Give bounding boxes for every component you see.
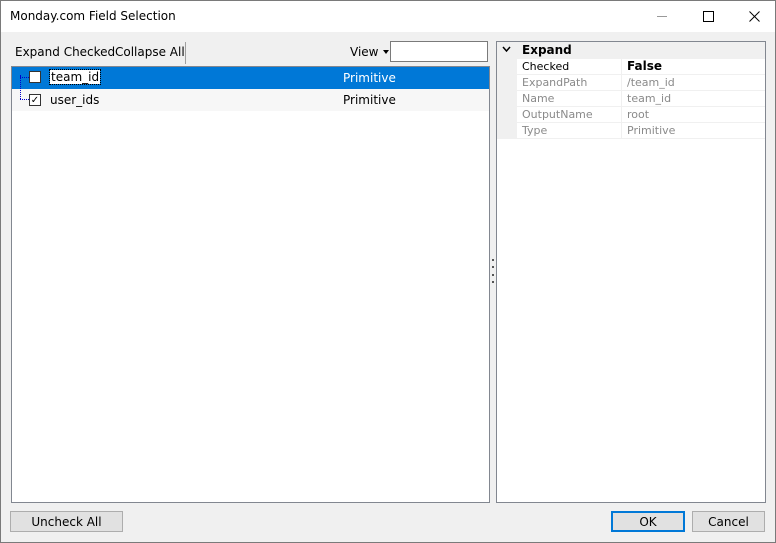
- property-key: Checked: [522, 60, 570, 73]
- property-value[interactable]: False: [627, 59, 662, 73]
- view-dropdown-button[interactable]: View: [350, 45, 390, 59]
- minimize-icon: [657, 15, 667, 17]
- view-filter-input[interactable]: [390, 41, 488, 62]
- property-grid[interactable]: Expand Checked False ExpandPath /team_id…: [496, 41, 766, 503]
- property-row-outputname[interactable]: OutputName root: [497, 107, 765, 123]
- property-value: team_id: [627, 92, 672, 105]
- toolbar-separator: [185, 42, 186, 64]
- window-title: Monday.com Field Selection: [10, 9, 176, 23]
- tree-row-team-id[interactable]: team_id Primitive: [12, 67, 489, 89]
- property-row-type[interactable]: Type Primitive: [497, 123, 765, 139]
- tree-row-user-ids[interactable]: ✓ user_ids Primitive: [12, 89, 489, 111]
- tree-row-name: user_ids: [50, 93, 100, 107]
- property-row-expandpath[interactable]: ExpandPath /team_id: [497, 75, 765, 91]
- property-category-expand[interactable]: Expand: [497, 42, 765, 59]
- property-key: Type: [522, 124, 548, 137]
- property-value: Primitive: [627, 124, 676, 137]
- splitter-grip[interactable]: [492, 259, 494, 283]
- property-key: OutputName: [522, 108, 593, 121]
- close-button[interactable]: [731, 1, 776, 31]
- property-value: root: [627, 108, 650, 121]
- dialog-window: Monday.com Field Selection Expand Checke…: [0, 0, 776, 543]
- property-key: Name: [522, 92, 555, 105]
- tree-row-checkbox[interactable]: ✓: [29, 94, 41, 106]
- maximize-icon: [702, 10, 714, 22]
- chevron-down-icon[interactable]: [502, 46, 511, 56]
- tree-row-type: Primitive: [343, 93, 396, 107]
- ok-button[interactable]: OK: [611, 511, 685, 532]
- tree-row-name: team_id: [48, 69, 102, 85]
- cancel-button[interactable]: Cancel: [692, 511, 765, 532]
- field-tree[interactable]: team_id Primitive ✓ user_ids Primitive: [11, 66, 490, 503]
- tree-row-checkbox[interactable]: [29, 71, 41, 83]
- property-row-name[interactable]: Name team_id: [497, 91, 765, 107]
- caret-down-icon: [383, 50, 390, 54]
- tree-connector-line: [20, 77, 29, 79]
- property-key: ExpandPath: [522, 76, 588, 89]
- close-icon: [748, 10, 760, 22]
- title-bar[interactable]: Monday.com Field Selection: [1, 1, 775, 32]
- property-row-checked[interactable]: Checked False: [497, 59, 765, 75]
- minimize-button[interactable]: [639, 1, 685, 31]
- property-category-label: Expand: [522, 43, 572, 57]
- uncheck-all-button[interactable]: Uncheck All: [10, 511, 123, 532]
- tree-row-type: Primitive: [343, 71, 396, 85]
- view-label: View: [350, 45, 379, 59]
- tree-connector-line: [20, 99, 29, 101]
- property-value: /team_id: [627, 76, 675, 89]
- collapse-all-button[interactable]: Collapse All: [115, 45, 185, 59]
- expand-checked-button[interactable]: Expand Checked: [15, 45, 115, 59]
- maximize-button[interactable]: [685, 1, 731, 31]
